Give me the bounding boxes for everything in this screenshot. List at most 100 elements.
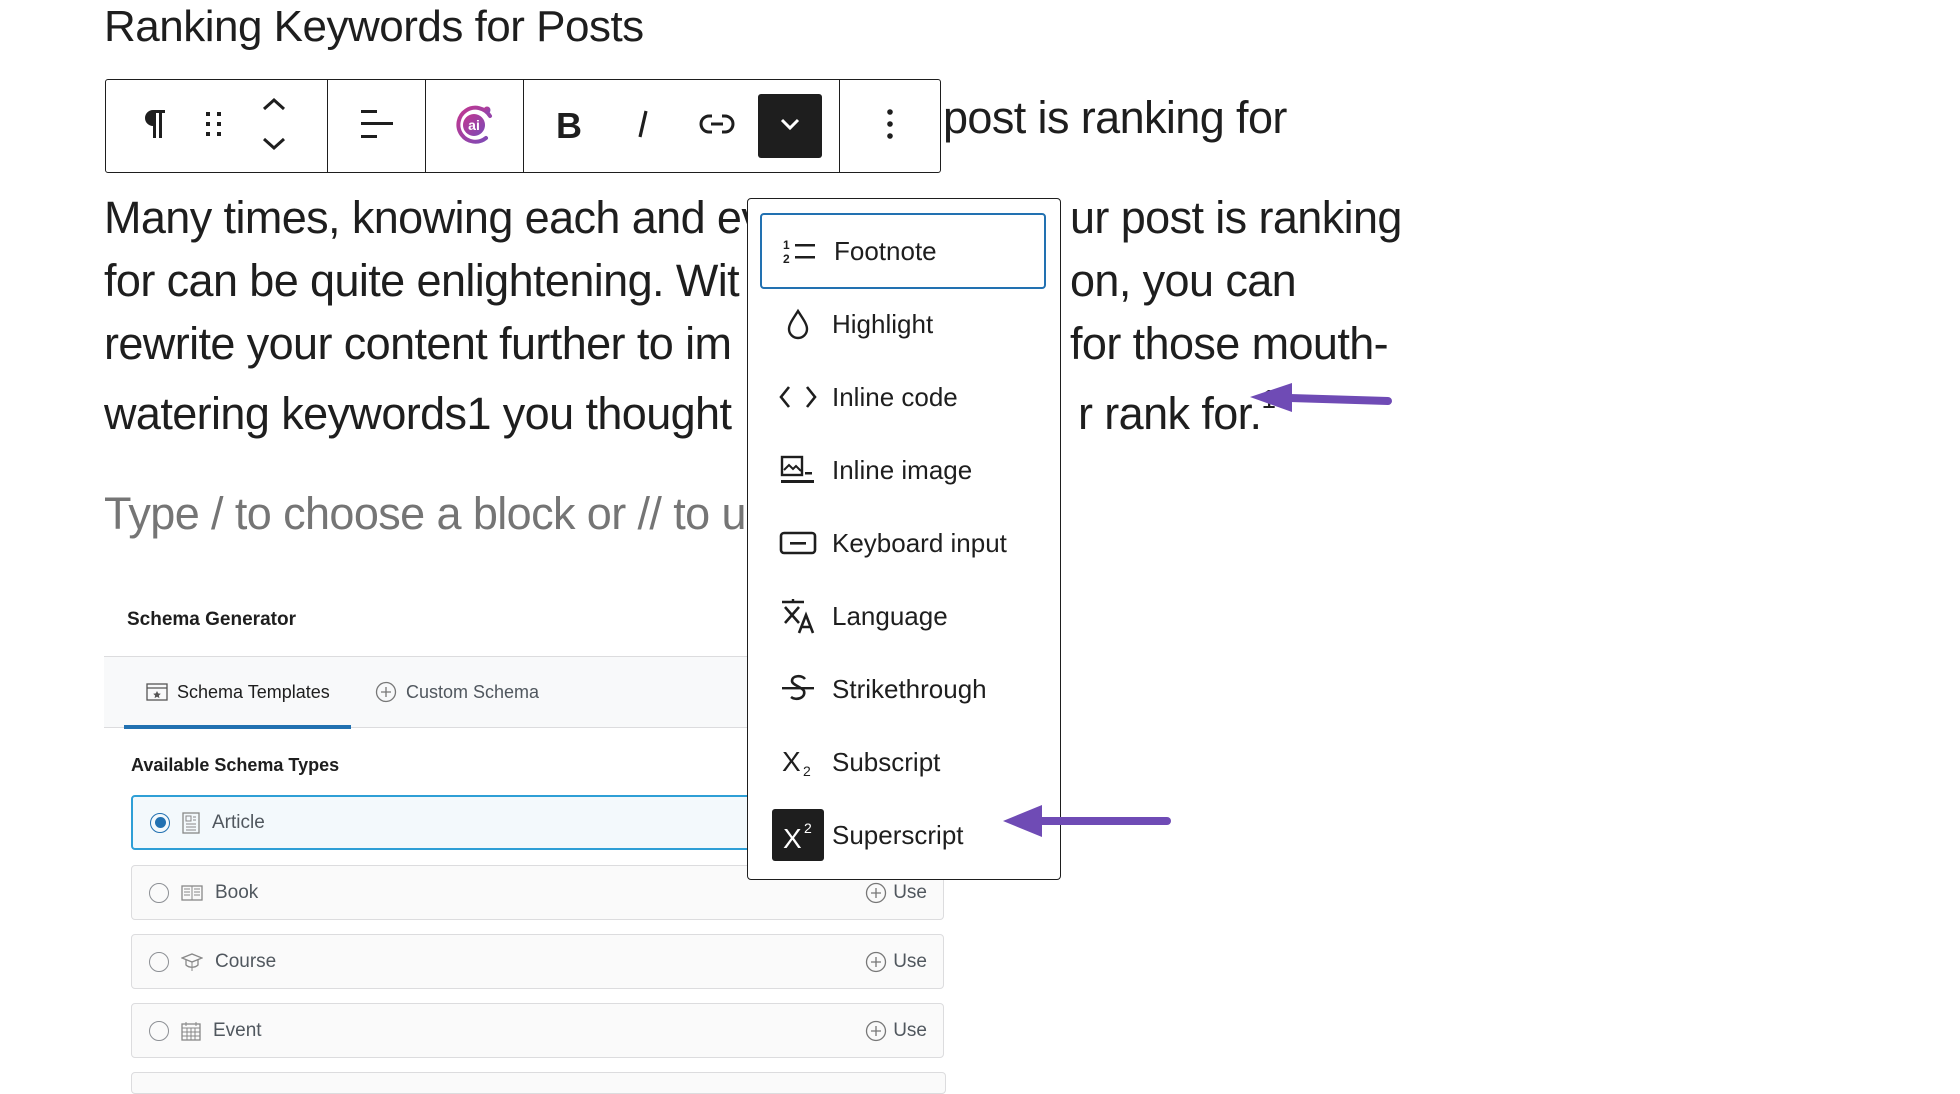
highlight-drop-icon	[772, 298, 824, 350]
course-cap-icon	[181, 952, 203, 972]
paragraph-icon	[141, 108, 167, 145]
block-toolbar: ai B	[105, 79, 941, 173]
book-icon	[181, 884, 203, 901]
schema-row-label: Course	[215, 950, 277, 972]
radio-course[interactable]	[149, 951, 169, 972]
toolbar-group-ai: ai	[426, 80, 524, 172]
svg-text:2: 2	[803, 763, 811, 778]
plus-circle-icon	[865, 1020, 887, 1042]
menu-item-label: Strikethrough	[832, 673, 987, 704]
svg-text:ai: ai	[468, 117, 480, 133]
schema-row-next[interactable]	[131, 1072, 946, 1094]
bold-icon: B	[556, 105, 582, 146]
link-button[interactable]	[684, 94, 750, 158]
menu-item-inline-image[interactable]: Inline image	[760, 432, 1046, 508]
post-heading[interactable]: Ranking Keywords for Posts	[104, 2, 644, 52]
menu-item-label: Inline image	[832, 454, 973, 485]
language-icon	[772, 590, 824, 642]
schema-row-label: Event	[213, 1019, 262, 1041]
menu-item-keyboard-input[interactable]: Keyboard input	[760, 505, 1046, 581]
schema-row-event[interactable]: Event Use	[131, 1003, 944, 1058]
use-course-button[interactable]: Use	[865, 951, 927, 973]
annotation-arrow-footnote	[1250, 383, 1392, 412]
use-label: Use	[893, 881, 927, 903]
paragraph-line-3-left[interactable]: rewrite your content further to im	[104, 318, 732, 370]
menu-item-label: Inline code	[832, 381, 958, 412]
menu-item-footnote[interactable]: 12 Footnote	[760, 213, 1046, 289]
ai-assistant-button[interactable]: ai	[443, 94, 507, 158]
menu-item-inline-code[interactable]: Inline code	[760, 359, 1046, 435]
menu-item-label: Superscript	[832, 819, 964, 850]
bold-button[interactable]: B	[536, 94, 602, 158]
radio-article[interactable]	[150, 812, 170, 833]
align-icon	[359, 108, 395, 145]
paragraph-line-2-left[interactable]: for can be quite enlightening. Wit	[104, 255, 740, 307]
menu-item-label: Keyboard input	[832, 527, 1007, 558]
tab-custom-schema-label: Custom Schema	[406, 681, 540, 702]
footnote-icon: 12	[774, 225, 826, 277]
menu-item-subscript[interactable]: X2 Subscript	[760, 724, 1046, 800]
more-rich-text-button[interactable]	[758, 94, 822, 158]
align-button[interactable]	[345, 94, 409, 158]
schema-generator-title: Schema Generator	[127, 609, 296, 630]
paragraph-line-1-left[interactable]: Many times, knowing each and ev	[104, 192, 764, 244]
available-schema-types-label: Available Schema Types	[131, 755, 340, 775]
inline-image-icon	[772, 444, 824, 496]
svg-text:2: 2	[783, 252, 790, 266]
use-book-button[interactable]: Use	[865, 882, 927, 904]
rich-text-format-menu: 12 Footnote Highlight Inline code Inline…	[747, 198, 1061, 880]
move-up-down-button[interactable]	[244, 94, 304, 158]
strikethrough-icon	[772, 663, 824, 715]
tab-custom-schema[interactable]: Custom Schema	[375, 657, 539, 727]
schema-row-label: Article	[212, 811, 265, 833]
tab-schema-templates[interactable]: Schema Templates	[146, 657, 330, 727]
paragraph-line-0-tail[interactable]: post is ranking for	[943, 92, 1287, 144]
schema-row-label: Book	[215, 881, 259, 903]
svg-text:X: X	[782, 746, 801, 777]
subscript-icon: X2	[772, 736, 824, 788]
article-icon	[182, 811, 200, 834]
toolbar-group-options	[840, 80, 940, 172]
block-placeholder[interactable]: Type / to choose a block or // to u	[104, 488, 746, 540]
toolbar-group-align	[328, 80, 426, 172]
radio-book[interactable]	[149, 882, 169, 903]
options-kebab-icon	[886, 108, 894, 145]
italic-button[interactable]	[610, 94, 676, 158]
ai-assistant-icon: ai	[453, 102, 497, 151]
drag-handle-button[interactable]	[184, 94, 244, 158]
toolbar-group-block	[106, 80, 328, 172]
paragraph-line-1-right[interactable]: ur post is ranking	[1070, 192, 1402, 244]
svg-text:1: 1	[783, 238, 790, 252]
plus-circle-icon	[865, 951, 887, 973]
active-tab-indicator	[124, 725, 351, 729]
move-up-down-icon	[261, 97, 287, 156]
link-icon	[699, 112, 735, 141]
paragraph-button[interactable]	[124, 94, 184, 158]
menu-item-language[interactable]: Language	[760, 578, 1046, 654]
schema-templates-icon	[146, 683, 168, 701]
tab-schema-templates-label: Schema Templates	[177, 681, 330, 702]
paragraph-line-2-right[interactable]: on, you can	[1070, 255, 1297, 307]
menu-item-highlight[interactable]: Highlight	[760, 286, 1046, 362]
plus-circle-icon	[865, 882, 887, 904]
paragraph-line-4-left[interactable]: watering keywords1 you thought	[104, 388, 732, 440]
annotation-arrow-superscript	[1003, 805, 1171, 837]
schema-row-course[interactable]: Course Use	[131, 934, 944, 989]
menu-item-label: Footnote	[834, 235, 937, 266]
more-rich-text-chevron-icon	[779, 117, 801, 136]
keyboard-icon	[772, 517, 824, 569]
paragraph-line-4-text: r rank for.	[1078, 388, 1262, 439]
radio-event[interactable]	[149, 1020, 169, 1041]
toolbar-group-format: B	[524, 80, 840, 172]
code-brackets-icon	[772, 371, 824, 423]
use-event-button[interactable]: Use	[865, 1020, 927, 1042]
drag-handle-icon	[204, 109, 224, 144]
superscript-icon: X2	[772, 809, 824, 861]
options-button[interactable]	[858, 94, 922, 158]
calendar-icon	[181, 1021, 201, 1041]
menu-item-strikethrough[interactable]: Strikethrough	[760, 651, 1046, 727]
menu-item-label: Language	[832, 600, 948, 631]
paragraph-line-3-right[interactable]: for those mouth-	[1070, 318, 1389, 370]
svg-text:X: X	[783, 823, 802, 852]
italic-icon	[635, 108, 651, 145]
